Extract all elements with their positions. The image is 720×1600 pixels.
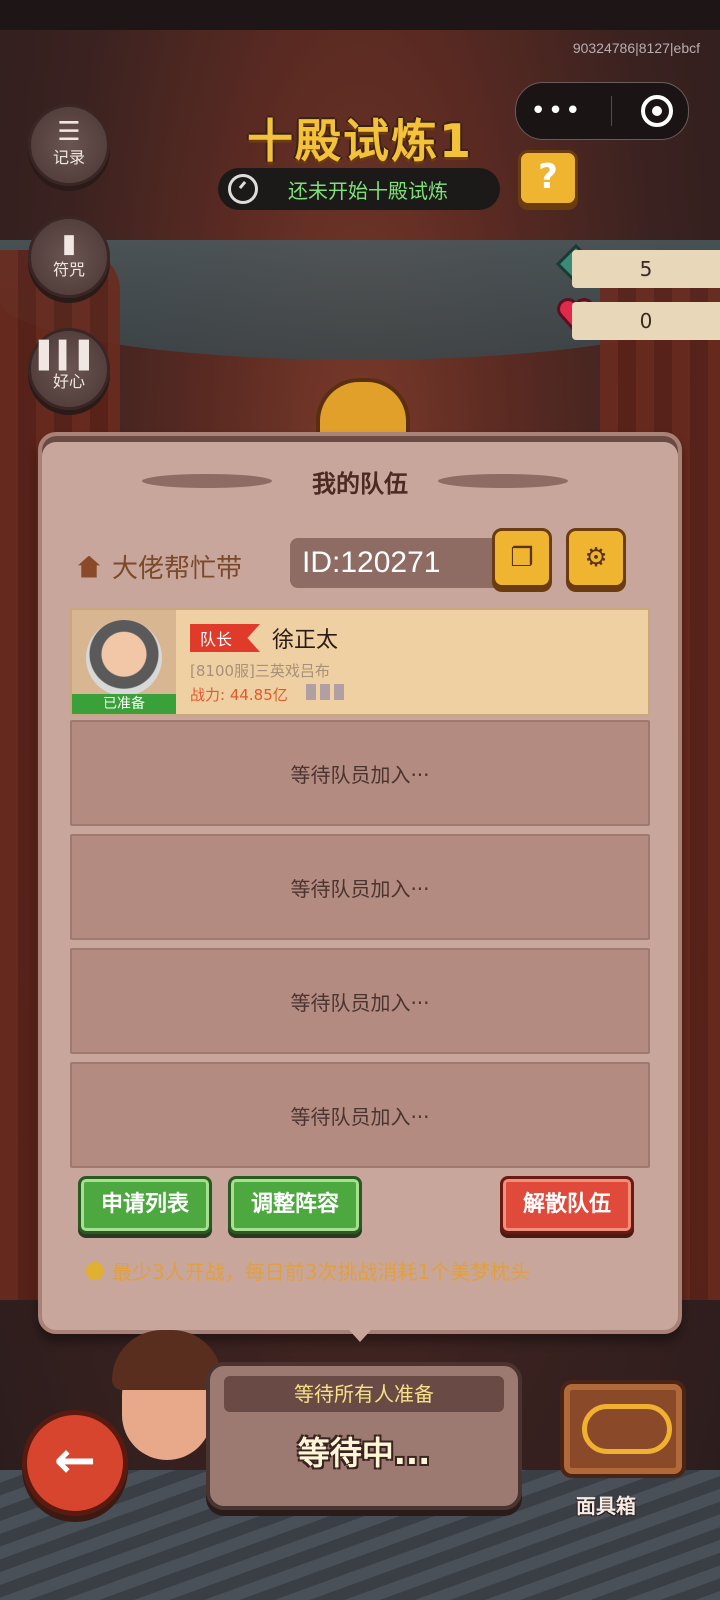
trial-status-pill: 还未开始十殿试炼 [218,168,500,210]
avatar-frame: 已准备 [72,610,176,714]
mask-chest-button[interactable] [560,1380,686,1478]
disband-team-button[interactable]: 解散队伍 [500,1176,634,1234]
leader-tag: 队长 [190,624,261,652]
panel-pointer [340,1320,380,1342]
talisman-button[interactable]: ▮ 符咒 [28,216,110,298]
talisman-icon: ▮ [61,229,77,259]
empty-slot[interactable]: 等待队员加入··· [70,1062,650,1168]
fish-ornament-right [438,474,568,488]
adjust-lineup-button[interactable]: 调整阵容 [228,1176,362,1234]
chest-ornament-icon [582,1404,672,1454]
avatar [86,620,162,696]
waiting-card: 等待所有人准备 等待中... [206,1362,522,1510]
list-icon: ☰ [57,117,81,147]
back-arrow-icon: ← [54,1431,96,1489]
status-bar [0,0,720,30]
records-label: 记录 [52,148,85,167]
tip-row: 最少3人开战，每日前3次挑战消耗1个美梦枕头 [86,1256,530,1285]
panel-title: 我的队伍 [312,470,408,498]
empty-slot[interactable]: 等待队员加入··· [70,834,650,940]
team-id: ID:120271 [290,538,512,588]
power-blocks [306,684,344,700]
clock-icon [228,174,258,204]
kindness-label: 好心 [52,372,85,391]
pillow-count: 5 [572,250,720,288]
empty-slot[interactable]: 等待队员加入··· [70,948,650,1054]
heart-count: 0 [572,302,720,340]
member-name: 徐正太 [272,628,339,653]
help-button[interactable]: ? [518,150,578,206]
waiting-status: 等待中... [297,1434,431,1472]
settings-button[interactable]: ⚙ [566,528,626,588]
empty-slot[interactable]: 等待队员加入··· [70,720,650,826]
back-button[interactable]: ← [22,1410,128,1516]
user-id-text: 90324786|8127|ebcf [572,40,700,56]
house-icon [78,555,100,578]
trial-status-text: 还未开始十殿试炼 [288,178,448,203]
team-name-row: 大佬帮忙带 [78,548,242,585]
copy-id-button[interactable]: ❐ [492,528,552,588]
ready-badge: 已准备 [72,694,176,714]
talisman-label: 符咒 [52,260,85,279]
info-icon [86,1261,104,1280]
gear-icon: ⚙ [584,543,608,573]
records-button[interactable]: ☰ 记录 [28,104,110,186]
tip-text: 最少3人开战，每日前3次挑战消耗1个美梦枕头 [112,1260,531,1284]
bars-icon: ▌▍▌ [39,341,99,371]
member-power: 战力: 44.85亿 [190,686,288,704]
sleeping-character [112,1330,222,1470]
member-slot-leader[interactable]: 已准备 队长 徐正太 [8100服]三英戏吕布 战力: 44.85亿 [70,608,650,716]
team-panel: 我的队伍 大佬帮忙带 ID:120271 ❐ ⚙ 已准备 队长 徐正太 [810… [38,432,682,1334]
team-name: 大佬帮忙带 [112,554,243,584]
member-server: [8100服]三英戏吕布 [190,662,330,680]
copy-icon: ❐ [510,543,534,573]
waiting-subtitle: 等待所有人准备 [224,1376,504,1412]
apply-list-button[interactable]: 申请列表 [78,1176,212,1234]
mask-chest-label: 面具箱 [576,1494,636,1518]
kindness-button[interactable]: ▌▍▌ 好心 [28,328,110,410]
